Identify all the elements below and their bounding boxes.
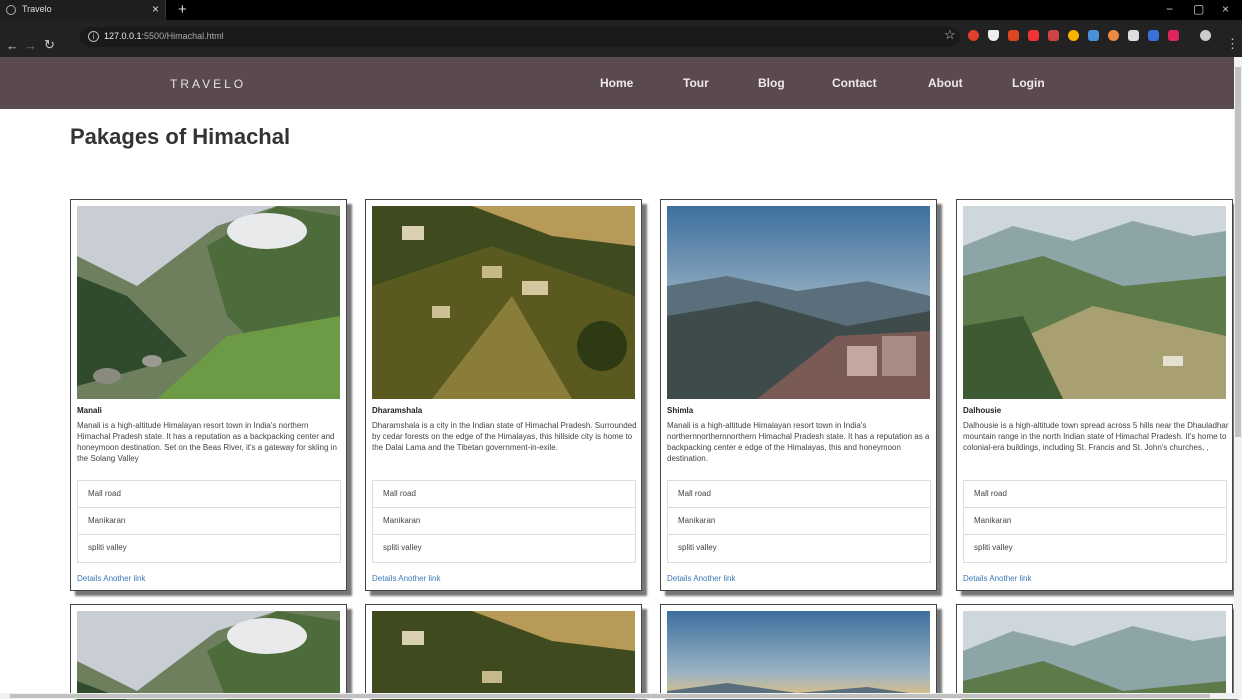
card-description: Dalhousie is a high-altitude town spread… (963, 421, 1229, 452)
close-tab-icon[interactable]: × (152, 2, 159, 16)
package-card-dalhousie: Dalhousie Dalhousie is a high-altitude t… (956, 199, 1233, 591)
info-icon[interactable]: i (88, 31, 99, 42)
list-item: spliti valley (678, 543, 717, 552)
maximize-icon[interactable]: ▢ (1193, 2, 1204, 16)
nav-tour[interactable]: Tour (683, 76, 709, 90)
nav-about[interactable]: About (928, 76, 963, 90)
forward-icon[interactable]: → (24, 38, 37, 53)
extension-icon[interactable] (1128, 30, 1139, 41)
card-links: Details Another link (372, 574, 440, 583)
minimize-icon[interactable]: − (1166, 2, 1173, 16)
list-item: Manikaran (373, 508, 635, 535)
list-item: spliti valley (974, 543, 1013, 552)
extension-icon[interactable] (1028, 30, 1039, 41)
nav-login[interactable]: Login (1012, 76, 1045, 90)
extension-icon[interactable] (1008, 30, 1019, 41)
manali-image (77, 611, 340, 700)
details-link[interactable]: Details (667, 574, 691, 583)
another-link[interactable]: Another link (693, 574, 735, 583)
nav-contact[interactable]: Contact (832, 76, 877, 90)
card-description: Manali is a high-altitude Himalayan reso… (77, 421, 337, 463)
package-card-shimla: Shimla Manali is a high-altitude Himalay… (660, 199, 937, 591)
list-item: Mall road (964, 481, 1226, 508)
url-host: 127.0.0.1 (104, 31, 142, 41)
kebab-menu-icon[interactable]: ⋮ (1226, 36, 1239, 52)
card-title: Manali (77, 406, 102, 415)
package-card-shimla-2 (660, 604, 937, 700)
dalhousie-image (963, 611, 1226, 700)
package-card-manali-2 (70, 604, 347, 700)
another-link[interactable]: Another link (103, 574, 145, 583)
card-links: Details Another link (963, 574, 1031, 583)
url-path: :5500/Himachal.html (141, 31, 224, 41)
card-description: Dharamshala is a city in the Indian stat… (372, 421, 637, 452)
bookmark-star-icon[interactable]: ☆ (944, 27, 956, 43)
nav-blog[interactable]: Blog (758, 76, 785, 90)
shield-extension-icon[interactable] (988, 30, 999, 41)
list-item: spliti valley (383, 543, 422, 552)
globe-icon (6, 5, 16, 15)
shimla-image (667, 206, 930, 399)
package-card-dharamshala-2 (365, 604, 642, 700)
details-link[interactable]: Details (372, 574, 396, 583)
card-description: Manali is a high-altitude Himalayan reso… (667, 421, 930, 463)
url-text[interactable]: 127.0.0.1:5500/Himachal.html (104, 31, 224, 41)
nav-home[interactable]: Home (600, 76, 633, 90)
details-link[interactable]: Details (963, 574, 987, 583)
card-links: Details Another link (667, 574, 735, 583)
list-item: Mall road (373, 481, 635, 508)
reload-icon[interactable]: ↻ (44, 37, 55, 53)
list-item: Manikaran (668, 508, 930, 535)
attractions-list: Mall road Manikaran spliti valley (77, 480, 341, 563)
extension-icon[interactable] (1148, 30, 1159, 41)
page-title: Pakages of Himachal (70, 124, 291, 149)
extension-icon[interactable] (1168, 30, 1179, 41)
package-card-manali: Manali Manali is a high-altitude Himalay… (70, 199, 347, 591)
extension-icon[interactable] (1048, 30, 1059, 41)
close-window-icon[interactable]: × (1222, 2, 1229, 16)
dharamshala-image (372, 206, 635, 399)
details-link[interactable]: Details (77, 574, 101, 583)
extension-icon[interactable] (1088, 30, 1099, 41)
extension-icon[interactable] (968, 30, 979, 41)
list-item: Manikaran (78, 508, 340, 535)
list-item: spliti valley (88, 543, 127, 552)
back-icon[interactable]: ← (6, 38, 19, 53)
list-item: Mall road (668, 481, 930, 508)
list-item: Manikaran (964, 508, 1226, 535)
another-link[interactable]: Another link (989, 574, 1031, 583)
new-tab-icon[interactable]: + (178, 1, 187, 18)
manali-image (77, 206, 340, 399)
list-item: Mall road (78, 481, 340, 508)
brand-logo[interactable]: TRAVELO (170, 77, 246, 91)
attractions-list: Mall road Manikaran spliti valley (667, 480, 931, 563)
card-links: Details Another link (77, 574, 145, 583)
profile-avatar-icon[interactable] (1200, 30, 1211, 41)
package-card-dalhousie-2 (956, 604, 1233, 700)
dalhousie-image (963, 206, 1226, 399)
vertical-scroll-thumb[interactable] (1235, 67, 1241, 437)
attractions-list: Mall road Manikaran spliti valley (372, 480, 636, 563)
another-link[interactable]: Another link (398, 574, 440, 583)
dharamshala-image (372, 611, 635, 700)
extension-icon[interactable] (1108, 30, 1119, 41)
extension-icon[interactable] (1068, 30, 1079, 41)
package-card-dharamshala: Dharamshala Dharamshala is a city in the… (365, 199, 642, 591)
horizontal-scroll-thumb[interactable] (10, 694, 1210, 698)
card-title: Dalhousie (963, 406, 1002, 415)
card-title: Dharamshala (372, 406, 423, 415)
browser-tab[interactable]: Travelo × (0, 0, 166, 20)
tab-title: Travelo (22, 4, 52, 14)
attractions-list: Mall road Manikaran spliti valley (963, 480, 1227, 563)
card-title: Shimla (667, 406, 694, 415)
shimla-image (667, 611, 930, 700)
